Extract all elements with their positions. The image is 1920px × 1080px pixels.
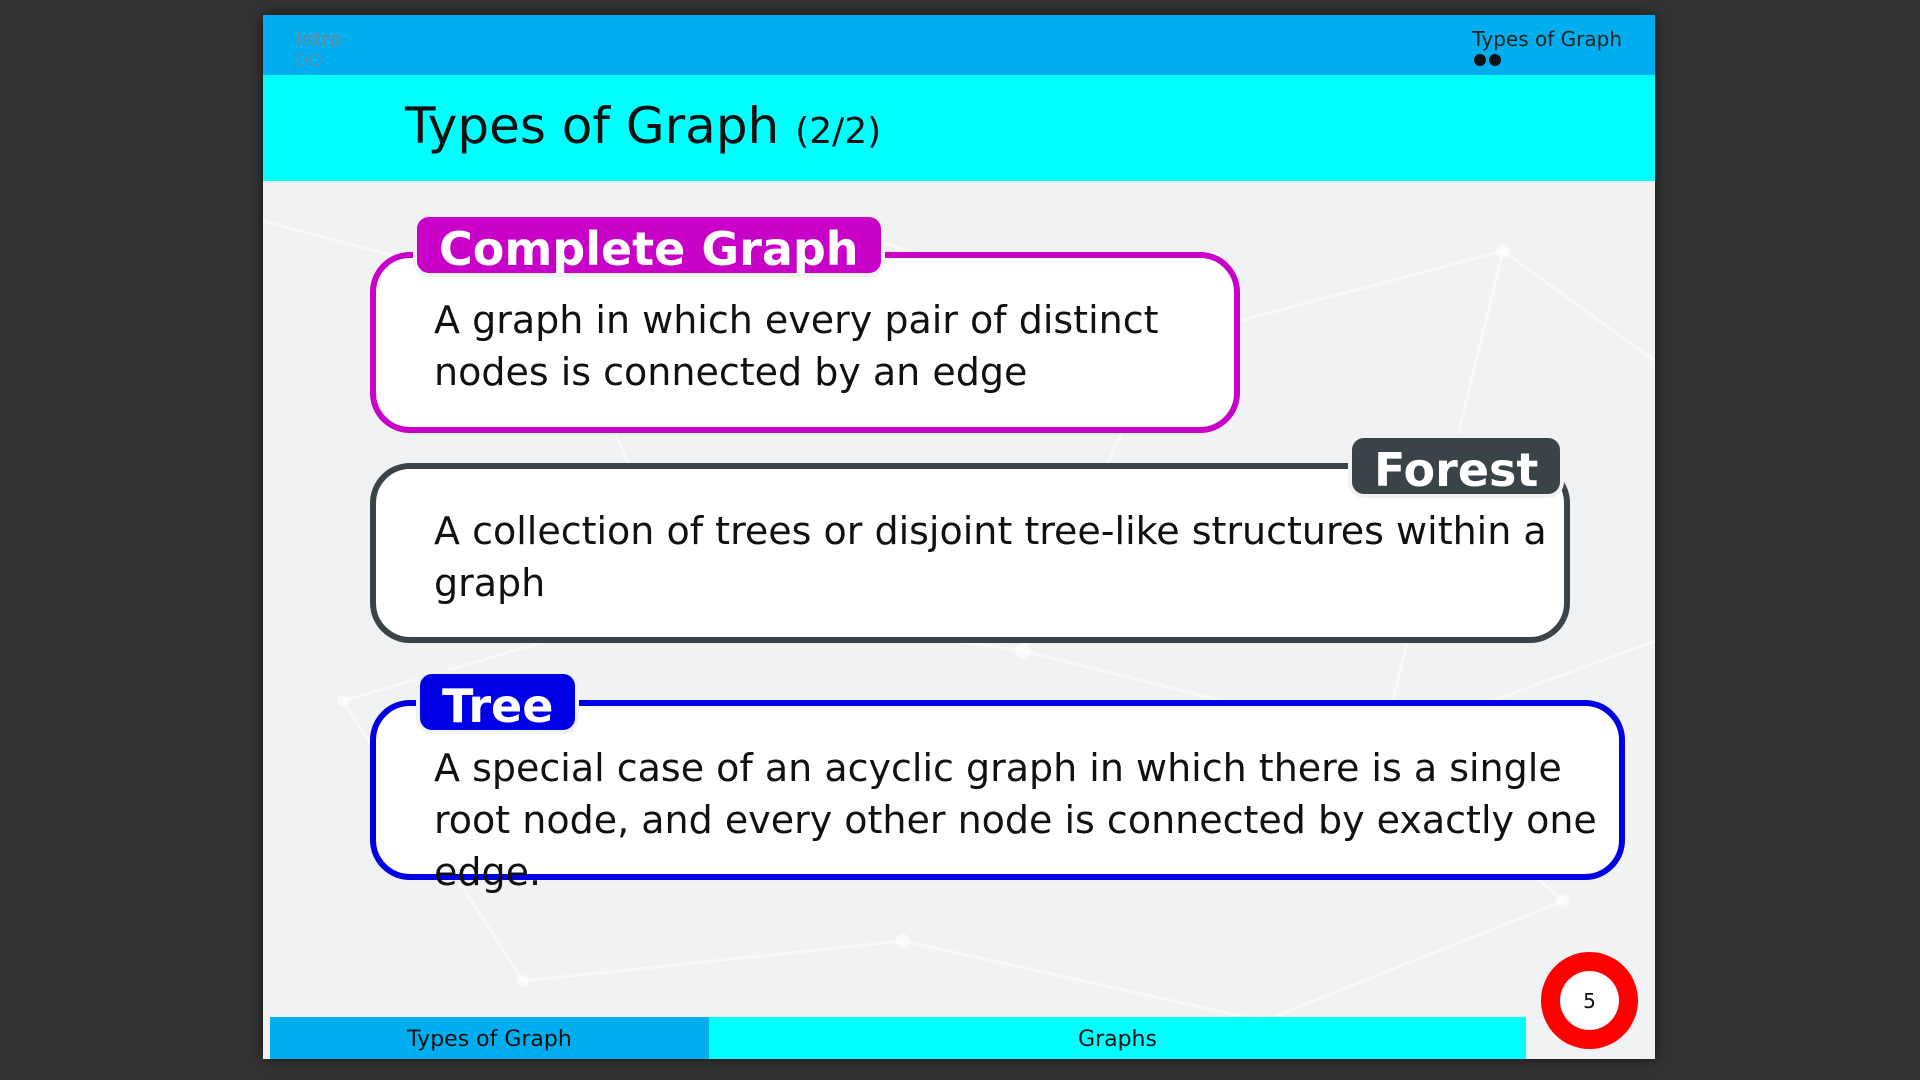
nav-dot[interactable] [310,54,322,66]
frame-title-main: Types of Graph [405,97,780,155]
footer-title: Graphs [709,1017,1526,1059]
slide: Intro Types of Graph Types of Graph (2/2… [263,15,1655,1059]
nav-section-label: Types of Graph [1472,27,1622,51]
navigation-bar: Intro Types of Graph [263,15,1655,75]
block-body: A special case of an acyclic graph in wh… [434,746,1597,894]
block-tag-complete-graph: Complete Graph [413,213,885,277]
nav-section-intro[interactable]: Intro [295,27,341,66]
block-tag-forest: Forest [1348,434,1565,498]
block-tag-tree: Tree [416,670,580,734]
nav-dot[interactable] [1489,54,1502,66]
nav-section-label: Intro [295,27,342,51]
frame-title: Types of Graph (2/2) [405,97,881,155]
block-body: A collection of trees or disjoint tree-l… [434,509,1547,605]
footer-bar: Types of Graph Graphs [270,1017,1526,1059]
nav-dot[interactable] [1474,54,1487,66]
nav-dot[interactable] [295,54,307,66]
page-number-badge: 5 [1541,952,1638,1049]
page-number: 5 [1560,971,1619,1030]
frame-title-bar: Types of Graph (2/2) [263,75,1655,181]
nav-section-types-of-graph[interactable]: Types of Graph [1472,27,1622,66]
block-body: A graph in which every pair of distinct … [434,298,1159,394]
nav-progress-dots [295,54,341,66]
nav-progress-dots [1472,54,1622,66]
footer-section: Types of Graph [270,1017,709,1059]
frame-title-sub: (2/2) [795,111,882,152]
